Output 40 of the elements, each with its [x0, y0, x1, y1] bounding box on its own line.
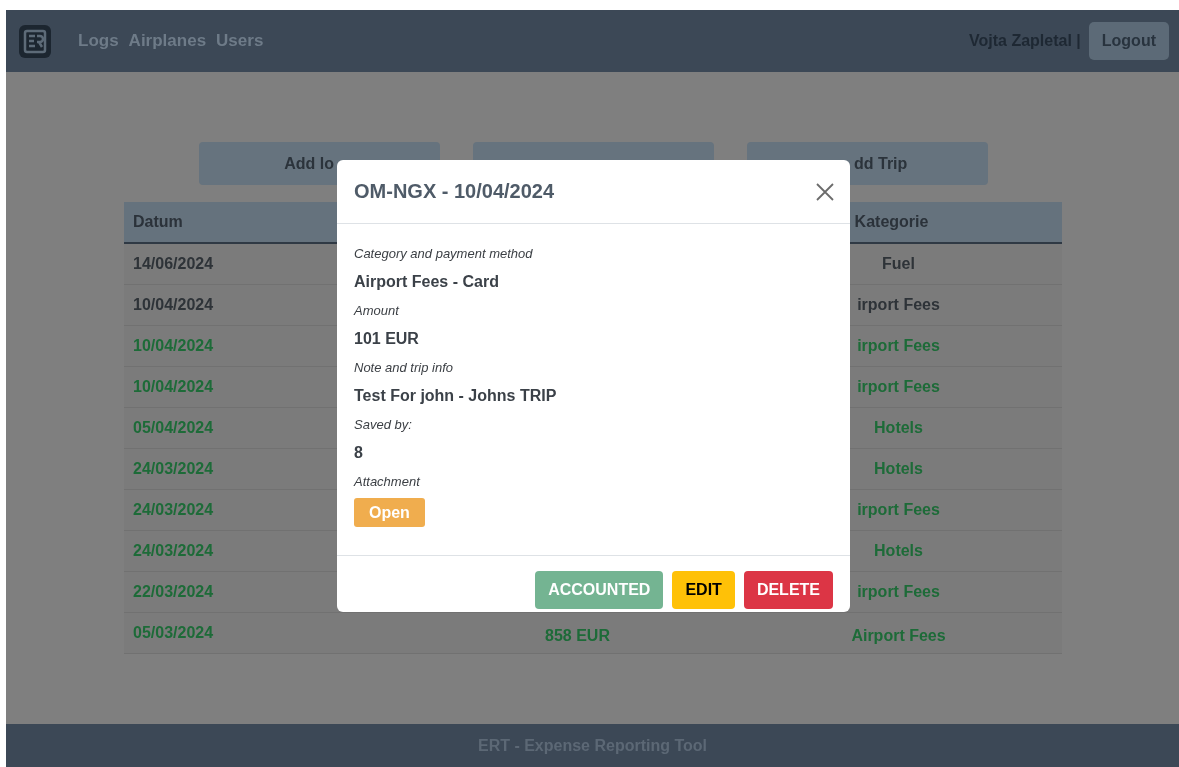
- table-cell: 24/03/2024: [133, 460, 214, 478]
- table-cell: Hotels: [874, 419, 923, 437]
- logout-button[interactable]: Logout: [1088, 22, 1169, 60]
- table-cell: 24/03/2024: [133, 542, 214, 560]
- table-cell: 05/03/2024: [133, 624, 214, 642]
- table-cell: Hotels: [874, 542, 923, 560]
- table-cell: 05/04/2024: [133, 419, 214, 437]
- edit-button[interactable]: EDIT: [672, 571, 735, 609]
- table-cell: Fuel: [882, 255, 915, 273]
- table-cell: Airport Fees: [851, 627, 946, 645]
- field-label: Attachment: [354, 473, 422, 491]
- table-cell: irport Fees: [857, 296, 940, 314]
- table-cell: irport Fees: [857, 337, 940, 355]
- field-label: Category and payment method: [354, 245, 534, 263]
- table-cell: irport Fees: [857, 378, 940, 396]
- table-cell: 10/04/2024: [133, 296, 214, 314]
- field-value: 8: [354, 443, 364, 463]
- field-label: Saved by:: [354, 416, 413, 434]
- field-value: Airport Fees - Card: [354, 272, 500, 292]
- table-cell: Hotels: [874, 460, 923, 478]
- column-header: Datum: [133, 213, 183, 231]
- field-value: Test For john - Johns TRIP: [354, 386, 558, 406]
- close-icon[interactable]: [816, 182, 834, 201]
- accounted-button[interactable]: ACCOUNTED: [535, 571, 664, 609]
- table-cell: irport Fees: [857, 583, 940, 601]
- field-label: Note and trip info: [354, 359, 454, 377]
- table-cell: 10/04/2024: [133, 378, 214, 396]
- open-button[interactable]: Open: [354, 498, 425, 527]
- table-cell: irport Fees: [857, 501, 940, 519]
- table-cell: 10/04/2024: [133, 337, 214, 355]
- field-value: 101 EUR: [354, 329, 420, 349]
- table-cell: 858 EUR: [545, 627, 610, 645]
- logo-icon[interactable]: [18, 23, 52, 59]
- table-cell: 22/03/2024: [133, 583, 214, 601]
- column-header: Kategorie: [854, 213, 929, 231]
- delete-button[interactable]: DELETE: [743, 571, 833, 609]
- table-row[interactable]: 05/03/2024 858 EUR Airport Fees: [124, 613, 1062, 654]
- table-cell: 14/06/2024: [133, 255, 214, 273]
- field-label: Amount: [354, 302, 401, 320]
- table-cell: 24/03/2024: [133, 501, 214, 519]
